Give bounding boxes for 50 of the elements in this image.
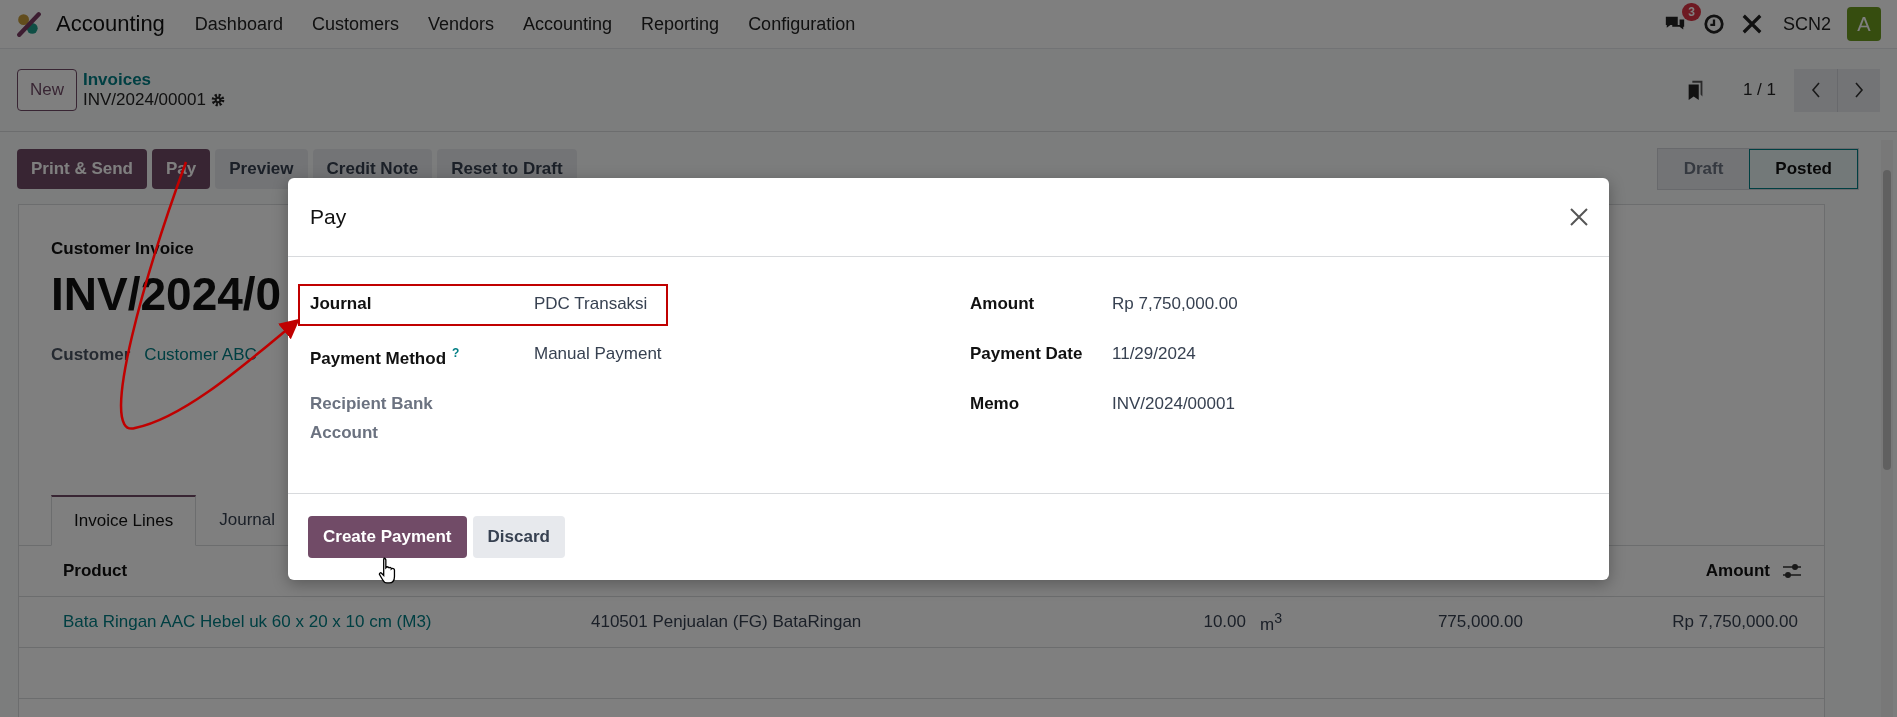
column-settings-icon[interactable]	[1782, 563, 1802, 579]
menu-item[interactable]: Customers	[311, 13, 399, 35]
app-name[interactable]: Accounting	[56, 11, 165, 37]
menu-item[interactable]: Reporting	[641, 13, 720, 35]
close-icon[interactable]	[1569, 207, 1589, 227]
column-header[interactable]: Amount	[1705, 561, 1770, 581]
tab[interactable]: Invoice Lines	[51, 495, 197, 546]
clock-icon[interactable]	[1703, 13, 1725, 35]
menu-item[interactable]: Accounting	[523, 13, 613, 35]
action-button[interactable]: Print & Send	[17, 149, 147, 189]
field-value[interactable]: INV/2024/00001	[1112, 389, 1235, 418]
app-logo-icon[interactable]	[16, 11, 42, 37]
status-step[interactable]: Posted	[1749, 149, 1858, 189]
chevron-left-icon	[1810, 82, 1821, 98]
status-step[interactable]: Draft	[1657, 149, 1750, 189]
company-name[interactable]: SCN2	[1783, 13, 1831, 35]
menu-item[interactable]: Vendors	[427, 13, 494, 35]
pager-value: 1 / 1	[1742, 80, 1776, 100]
new-button[interactable]: New	[17, 69, 77, 111]
field-label: Recipient Bank Account	[310, 393, 434, 444]
action-button[interactable]: Preview	[215, 149, 308, 189]
field-label: Amount	[970, 293, 1036, 315]
field-label: Payment Date	[970, 343, 1084, 365]
chevron-right-icon	[1854, 82, 1864, 98]
field-value[interactable]: 11/29/2024	[1112, 339, 1196, 368]
menu-item[interactable]: Configuration	[748, 13, 856, 35]
product-link[interactable]: Bata Ringan AAC Hebel uk 60 x 20 x 10 cm (M3)	[63, 612, 591, 632]
dialog-title: Pay	[310, 205, 347, 229]
notification-badge: 3	[1682, 3, 1701, 21]
scrollbar[interactable]	[1881, 140, 1893, 717]
customer-link[interactable]: Customer ABC	[144, 345, 257, 365]
record-name: INV/2024/00001	[83, 90, 206, 110]
help-tooltip[interactable]: ?	[452, 346, 460, 360]
field-value[interactable]: Manual Payment	[534, 339, 662, 368]
settings-icon[interactable]	[209, 92, 226, 108]
breadcrumb-link[interactable]: Invoices	[83, 70, 226, 90]
table-cell-text: m$^{3}$	[1259, 609, 1284, 635]
table-cell-text: Rp 7,750,000.00	[1671, 612, 1798, 632]
dialog-button[interactable]: Create Payment	[308, 516, 467, 558]
field-value[interactable]: Rp 7,750,000.00	[1112, 289, 1238, 318]
dialog-button[interactable]: Discard	[472, 516, 565, 558]
field-value[interactable]: PDC Transaksi	[534, 289, 648, 318]
field-label: Payment Method $^{?}$	[310, 345, 461, 370]
column-header[interactable]: Product	[63, 561, 128, 581]
table-cell-text: 775,000.00	[1436, 612, 1523, 632]
field-label: Memo	[970, 393, 1021, 415]
field-label: Journal	[310, 293, 373, 315]
table-cell-text: 410501 Penjualan (FG) BataRingan	[591, 612, 863, 632]
menu-item[interactable]: Dashboard	[194, 13, 283, 35]
table-cell-text: 10.00	[1202, 612, 1246, 632]
